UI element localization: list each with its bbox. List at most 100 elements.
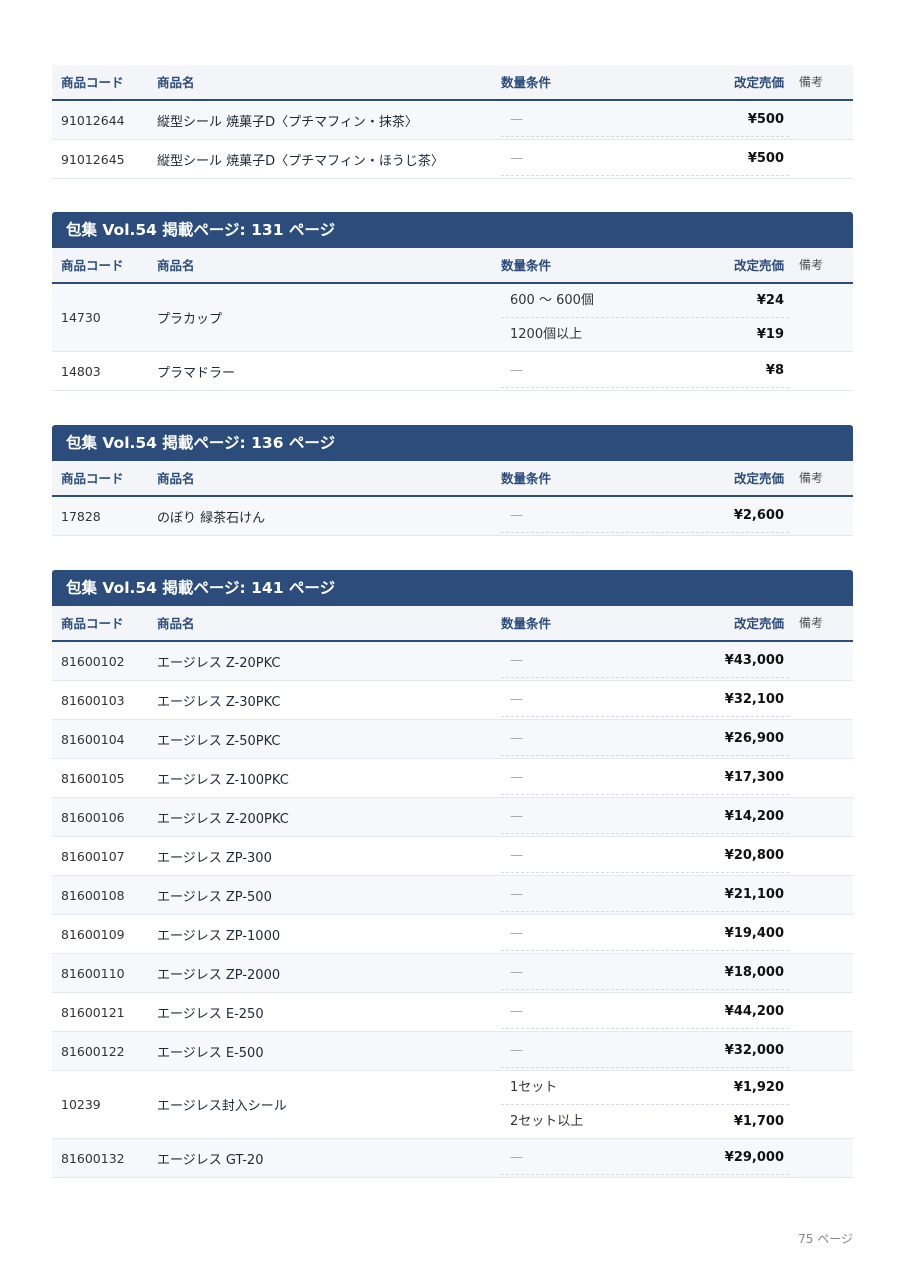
table-row: 81600109 エージレス ZP-1000 — ¥19,400 bbox=[52, 915, 853, 954]
product-code: 81600105 bbox=[61, 770, 125, 786]
quantity-condition: — bbox=[510, 926, 523, 941]
header-product-name: 商品名 bbox=[157, 616, 195, 631]
header-remarks: 備考 bbox=[799, 258, 824, 272]
quantity-condition: — bbox=[510, 887, 523, 902]
table-row: 91012645 縦型シール 焼菓子D〈プチマフィン・ほうじ茶〉 — ¥500 bbox=[52, 140, 853, 179]
revised-price: ¥32,100 bbox=[724, 692, 784, 707]
price-tier: — ¥500 bbox=[501, 103, 789, 137]
quantity-condition: — bbox=[510, 508, 523, 523]
table-row: 81600105 エージレス Z-100PKC — ¥17,300 bbox=[52, 759, 853, 798]
table-row: 91012644 縦型シール 焼菓子D〈プチマフィン・抹茶〉 — ¥500 bbox=[52, 101, 853, 140]
quantity-condition: 1セット bbox=[510, 1080, 558, 1095]
quantity-condition: — bbox=[510, 653, 523, 668]
product-name: 縦型シール 焼菓子D〈プチマフィン・ほうじ茶〉 bbox=[157, 153, 444, 169]
product-code: 14730 bbox=[61, 310, 101, 325]
product-name: エージレス ZP-2000 bbox=[157, 967, 281, 983]
table-header: 商品コード 商品名 数量条件 改定売価 備考 bbox=[52, 248, 853, 284]
product-name: エージレス封入シール bbox=[157, 1099, 287, 1114]
header-revised-price: 改定売価 bbox=[733, 471, 784, 486]
product-code: 14803 bbox=[61, 363, 101, 379]
product-name: エージレス E-500 bbox=[157, 1045, 264, 1061]
revised-price: ¥1,700 bbox=[733, 1114, 784, 1129]
quantity-condition: — bbox=[510, 1043, 523, 1058]
product-code: 81600103 bbox=[61, 692, 125, 708]
quantity-condition: — bbox=[510, 363, 523, 378]
table-row: 81600104 エージレス Z-50PKC — ¥26,900 bbox=[52, 720, 853, 759]
price-tier: — ¥29,000 bbox=[501, 1141, 789, 1175]
table-row: 81600106 エージレス Z-200PKC — ¥14,200 bbox=[52, 798, 853, 837]
price-section-page-136: 包集 Vol.54 掲載ページ: 136 ページ 商品コード 商品名 数量条件 … bbox=[52, 425, 853, 536]
revised-price: ¥1,920 bbox=[733, 1080, 784, 1095]
quantity-condition: — bbox=[510, 151, 523, 166]
table-row: 10239 エージレス封入シール 1セット ¥1,920 2セット以上 ¥1,7… bbox=[52, 1071, 853, 1139]
product-name: 縦型シール 焼菓子D〈プチマフィン・抹茶〉 bbox=[157, 114, 418, 130]
quantity-condition: — bbox=[510, 731, 523, 746]
header-product-code: 商品コード bbox=[61, 75, 124, 90]
revised-price: ¥29,000 bbox=[724, 1150, 784, 1165]
price-tier: — ¥32,100 bbox=[501, 683, 789, 717]
table-row: 81600121 エージレス E-250 — ¥44,200 bbox=[52, 993, 853, 1032]
revised-price: ¥500 bbox=[747, 112, 784, 127]
header-product-code: 商品コード bbox=[61, 616, 124, 631]
header-product-name: 商品名 bbox=[157, 258, 195, 273]
price-tier: 600 〜 600個 ¥24 bbox=[501, 284, 789, 318]
price-tier: 1200個以上 ¥19 bbox=[501, 318, 789, 352]
header-revised-price: 改定売価 bbox=[733, 616, 784, 631]
header-revised-price: 改定売価 bbox=[733, 258, 784, 273]
revised-price: ¥8 bbox=[765, 363, 784, 378]
quantity-condition: — bbox=[510, 848, 523, 863]
table-header: 商品コード 商品名 数量条件 改定売価 備考 bbox=[52, 606, 853, 642]
product-code: 81600132 bbox=[61, 1150, 125, 1166]
price-tier: — ¥18,000 bbox=[501, 956, 789, 990]
header-quantity-condition: 数量条件 bbox=[501, 258, 552, 273]
product-name: プラカップ bbox=[157, 312, 223, 327]
header-revised-price: 改定売価 bbox=[733, 75, 784, 90]
product-name: エージレス Z-100PKC bbox=[157, 772, 289, 788]
revised-price: ¥17,300 bbox=[724, 770, 784, 785]
revised-price: ¥19 bbox=[756, 327, 784, 342]
quantity-condition: — bbox=[510, 112, 523, 127]
price-tier: — ¥43,000 bbox=[501, 644, 789, 678]
quantity-condition: — bbox=[510, 770, 523, 785]
header-quantity-condition: 数量条件 bbox=[501, 616, 552, 631]
quantity-condition: — bbox=[510, 1150, 523, 1165]
product-code: 81600121 bbox=[61, 1004, 125, 1020]
header-quantity-condition: 数量条件 bbox=[501, 75, 552, 90]
product-code: 91012645 bbox=[61, 151, 125, 167]
table-row: 81600102 エージレス Z-20PKC — ¥43,000 bbox=[52, 642, 853, 681]
price-tier: — ¥19,400 bbox=[501, 917, 789, 951]
price-section-page-141: 包集 Vol.54 掲載ページ: 141 ページ 商品コード 商品名 数量条件 … bbox=[52, 570, 853, 1178]
revised-price: ¥500 bbox=[747, 151, 784, 166]
table-row: 14730 プラカップ 600 〜 600個 ¥24 1200個以上 ¥19 bbox=[52, 284, 853, 352]
price-tier: — ¥17,300 bbox=[501, 761, 789, 795]
price-tier: — ¥8 bbox=[501, 354, 789, 388]
revised-price: ¥32,000 bbox=[724, 1043, 784, 1058]
product-code: 10239 bbox=[61, 1097, 101, 1112]
revised-price: ¥26,900 bbox=[724, 731, 784, 746]
product-name: エージレス ZP-300 bbox=[157, 850, 272, 866]
product-name: エージレス Z-50PKC bbox=[157, 733, 281, 749]
header-product-name: 商品名 bbox=[157, 75, 195, 90]
table-row: 81600103 エージレス Z-30PKC — ¥32,100 bbox=[52, 681, 853, 720]
revised-price: ¥24 bbox=[756, 293, 784, 308]
header-quantity-condition: 数量条件 bbox=[501, 471, 552, 486]
price-tier: — ¥500 bbox=[501, 142, 789, 176]
table-row: 81600107 エージレス ZP-300 — ¥20,800 bbox=[52, 837, 853, 876]
table-header: 商品コード 商品名 数量条件 改定売価 備考 bbox=[52, 65, 853, 101]
section-title: 包集 Vol.54 掲載ページ: 141 ページ bbox=[52, 570, 853, 606]
product-code: 81600108 bbox=[61, 887, 125, 903]
product-code: 81600104 bbox=[61, 731, 125, 747]
price-tier: — ¥20,800 bbox=[501, 839, 789, 873]
revised-price: ¥14,200 bbox=[724, 809, 784, 824]
quantity-condition: — bbox=[510, 965, 523, 980]
price-tier: — ¥2,600 bbox=[501, 499, 789, 533]
header-product-code: 商品コード bbox=[61, 471, 124, 486]
product-code: 91012644 bbox=[61, 112, 125, 128]
price-tier: — ¥21,100 bbox=[501, 878, 789, 912]
revised-price: ¥44,200 bbox=[724, 1004, 784, 1019]
product-code: 81600110 bbox=[61, 965, 125, 981]
product-name: エージレス ZP-1000 bbox=[157, 928, 281, 944]
revised-price: ¥18,000 bbox=[724, 965, 784, 980]
product-name: エージレス GT-20 bbox=[157, 1152, 264, 1168]
product-name: エージレス Z-20PKC bbox=[157, 655, 281, 671]
